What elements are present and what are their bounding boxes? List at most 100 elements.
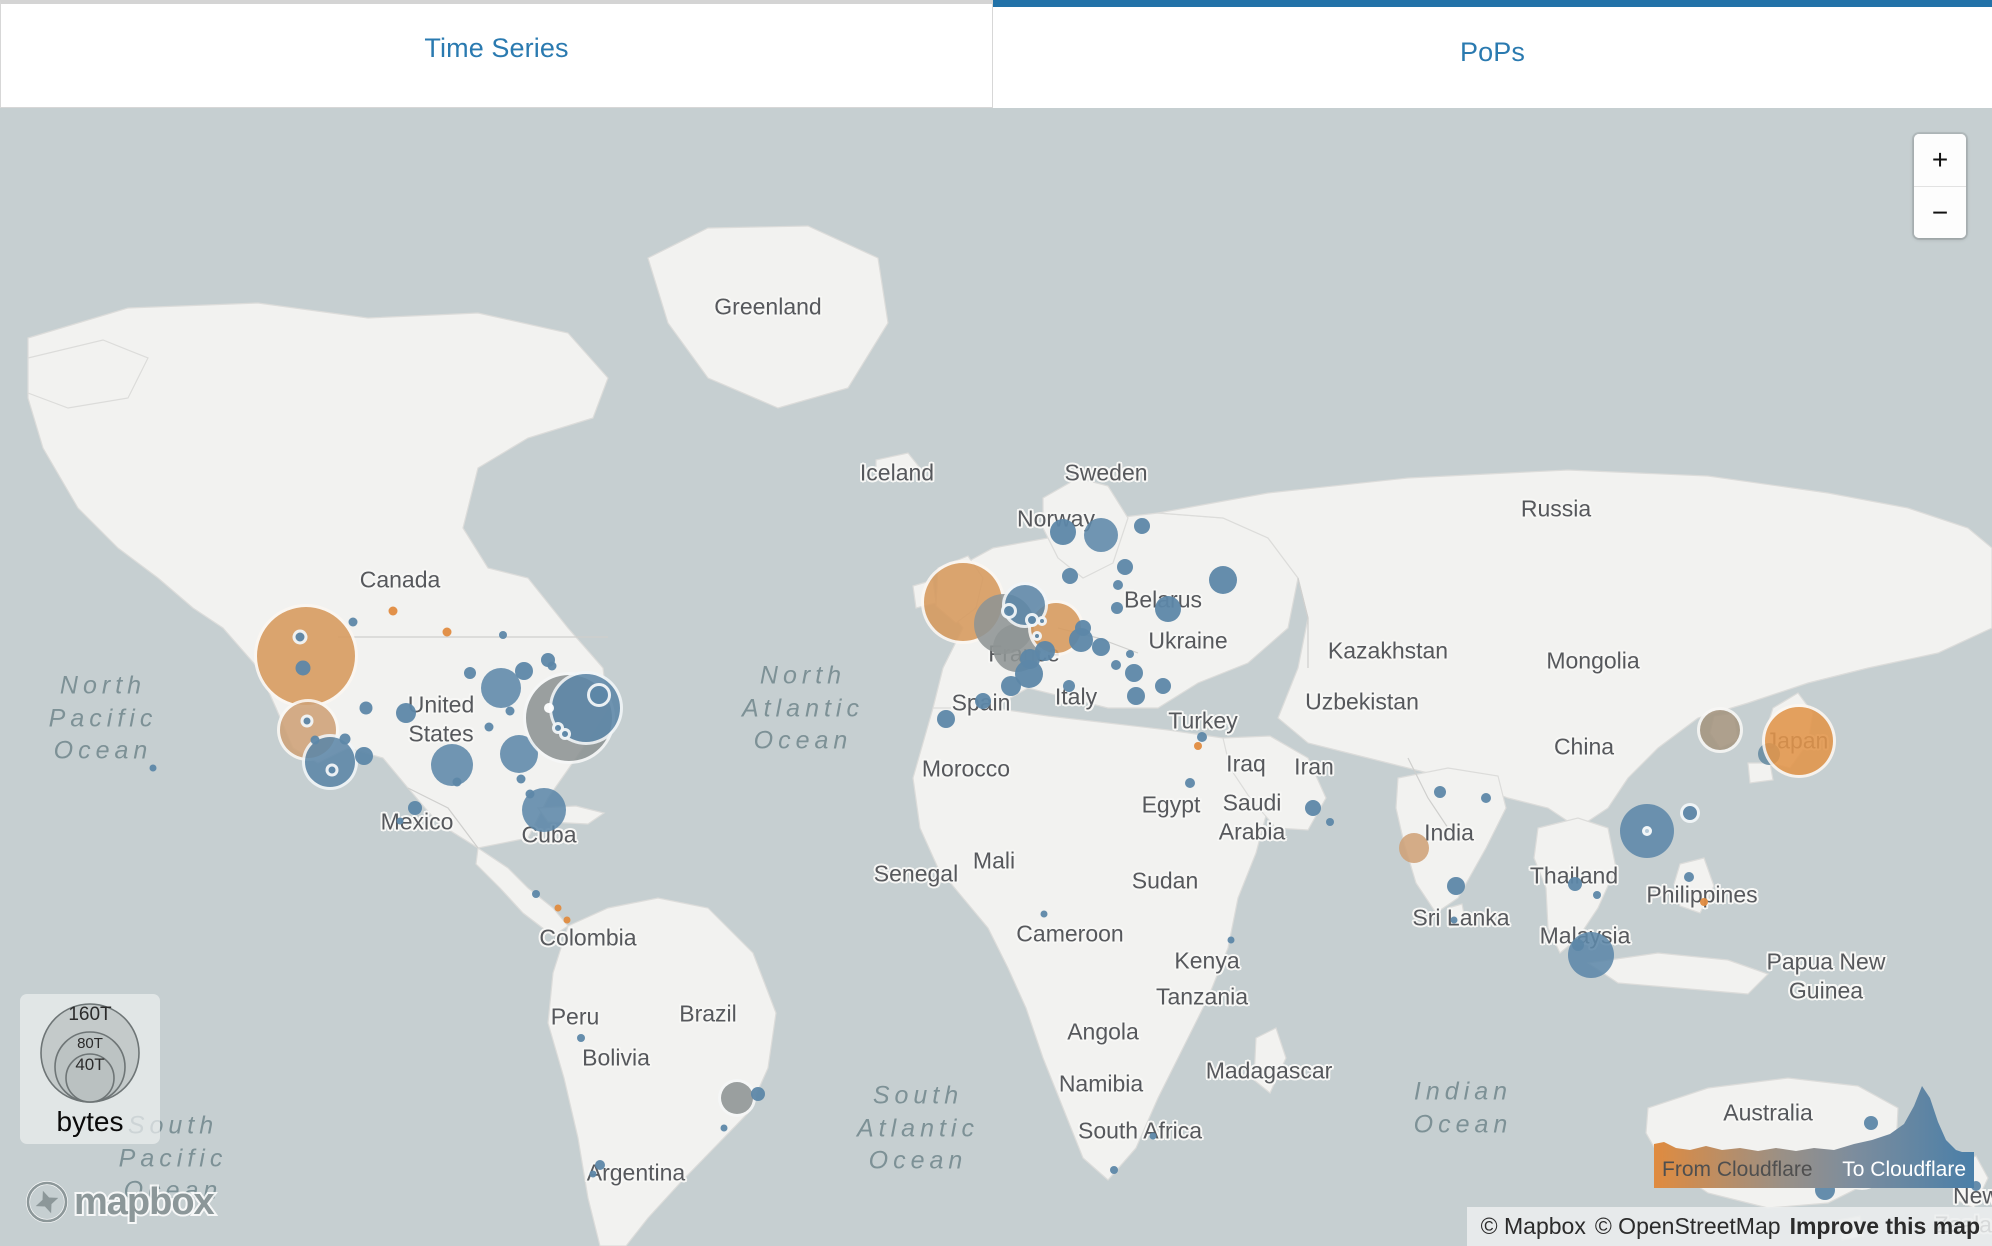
pop-bubble-vancouver-dot[interactable] bbox=[348, 617, 358, 627]
pop-bubble-capetown[interactable] bbox=[1110, 1166, 1118, 1174]
pop-bubble-phoenix[interactable] bbox=[339, 733, 351, 745]
pop-bubble-seattle-dot[interactable] bbox=[292, 629, 308, 645]
pop-bubble-chennai[interactable] bbox=[1447, 877, 1465, 895]
color-legend-histogram bbox=[1654, 1086, 1974, 1160]
pop-bubble-querétaro[interactable] bbox=[408, 801, 422, 815]
pop-bubble-belgrade[interactable] bbox=[1111, 660, 1121, 670]
pop-bubble-barcelona[interactable] bbox=[1001, 676, 1021, 696]
pop-bubble-minneapolis[interactable] bbox=[464, 667, 476, 679]
pop-bubble-amman[interactable] bbox=[1194, 742, 1202, 750]
pop-bubble-lima[interactable] bbox=[577, 1034, 585, 1042]
size-legend: 160T 80T 40T bytes bbox=[20, 994, 160, 1144]
mapbox-mark-icon bbox=[26, 1181, 68, 1223]
pop-bubble-jacksonville[interactable] bbox=[516, 774, 526, 784]
pop-bubble-newdelhi[interactable] bbox=[1434, 786, 1446, 798]
pop-bubble-warsaw[interactable] bbox=[1111, 602, 1123, 614]
pop-bubble-riodejaneiro[interactable] bbox=[751, 1087, 765, 1101]
mapbox-logo[interactable]: mapbox bbox=[26, 1179, 217, 1225]
pop-bubble-denver[interactable] bbox=[359, 701, 373, 715]
pop-bubble-portoalegre[interactable] bbox=[720, 1124, 728, 1132]
pop-bubble-lagos[interactable] bbox=[1040, 910, 1048, 918]
tab-time-series[interactable]: Time Series bbox=[0, 0, 993, 108]
pop-bubble-kyiv[interactable] bbox=[1155, 596, 1181, 622]
attribution-mapbox-link[interactable]: © Mapbox bbox=[1481, 1213, 1586, 1240]
pop-bubble-la-dot[interactable] bbox=[325, 763, 339, 777]
pop-bubble-hongkong-dot[interactable] bbox=[1642, 826, 1652, 836]
pop-bubble-rome[interactable] bbox=[1063, 680, 1075, 692]
pop-bubble-honolulu[interactable] bbox=[149, 764, 157, 772]
pop-bubble-helsinki[interactable] bbox=[1134, 518, 1150, 534]
pop-bubble-panama[interactable] bbox=[532, 890, 540, 898]
pop-bubble-telaviv[interactable] bbox=[1197, 732, 1207, 742]
pop-bubble-toronto[interactable] bbox=[515, 662, 533, 680]
pop-bubble-houston[interactable] bbox=[452, 777, 462, 787]
pop-bubble-santiago[interactable] bbox=[589, 1170, 597, 1178]
pop-bubble-kathmandu[interactable] bbox=[1481, 793, 1491, 803]
pop-bubble-copenhagen[interactable] bbox=[1062, 568, 1078, 584]
pop-bubble-medellin[interactable] bbox=[554, 904, 562, 912]
pop-bubble-boston[interactable] bbox=[587, 683, 611, 707]
tab-pops[interactable]: PoPs bbox=[993, 0, 1992, 108]
color-legend: From Cloudflare To Cloudflare bbox=[1650, 1082, 1978, 1188]
pop-bubble-brussels[interactable] bbox=[1001, 603, 1017, 619]
pop-bubble-nairobi[interactable] bbox=[1227, 936, 1235, 944]
pop-bubble-mumbai[interactable] bbox=[1399, 833, 1429, 863]
pop-bubble-hamburg[interactable] bbox=[1037, 616, 1047, 626]
pop-bubble-cairo[interactable] bbox=[1185, 778, 1195, 788]
pop-bubble-tokyo[interactable] bbox=[1762, 704, 1836, 778]
pop-bubble-philadelphia[interactable] bbox=[544, 703, 554, 713]
pop-bubble-vilnius[interactable] bbox=[1113, 580, 1123, 590]
pop-bubble-miami[interactable] bbox=[522, 788, 566, 832]
pop-bubble-lisbon[interactable] bbox=[937, 710, 955, 728]
pop-bubble-zurich[interactable] bbox=[1032, 631, 1042, 641]
zoom-control: + − bbox=[1914, 134, 1966, 238]
pop-bubble-bucharest[interactable] bbox=[1126, 650, 1134, 658]
pop-bubble-johannesburg[interactable] bbox=[1149, 1132, 1157, 1140]
size-legend-circles: 160T 80T 40T bbox=[40, 1003, 140, 1103]
pop-bubble-kansascity[interactable] bbox=[396, 703, 416, 723]
pop-bubble-calgary-dot[interactable] bbox=[388, 606, 398, 616]
pop-bubble-budapest[interactable] bbox=[1092, 638, 1110, 656]
pop-bubble-stockholm[interactable] bbox=[1084, 518, 1118, 552]
pop-bubble-buenosaires[interactable] bbox=[595, 1160, 605, 1170]
zoom-in-button[interactable]: + bbox=[1914, 134, 1966, 186]
pop-bubble-athens[interactable] bbox=[1127, 687, 1145, 705]
pop-bubble-seoul[interactable] bbox=[1697, 707, 1743, 753]
pop-bubble-taipei[interactable] bbox=[1680, 803, 1700, 823]
zoom-out-button[interactable]: − bbox=[1914, 186, 1966, 238]
pop-bubble-sofia[interactable] bbox=[1125, 664, 1143, 682]
pop-bubble-portland-dot[interactable] bbox=[295, 660, 311, 676]
pop-bubble-dubai[interactable] bbox=[1305, 800, 1321, 816]
pop-bubble-bogota[interactable] bbox=[563, 916, 571, 924]
pop-bubble-lasvegas[interactable] bbox=[310, 735, 320, 745]
color-legend-from-label: From Cloudflare bbox=[1662, 1158, 1813, 1181]
pop-bubble-colombo[interactable] bbox=[1450, 916, 1458, 924]
pop-bubble-nashville[interactable] bbox=[484, 722, 494, 732]
attribution-improve-link[interactable]: Improve this map bbox=[1790, 1213, 1980, 1240]
pop-bubble-sf-dot[interactable] bbox=[300, 714, 314, 728]
pop-bubble-madrid[interactable] bbox=[975, 693, 991, 709]
pop-bubble-vienna[interactable] bbox=[1069, 628, 1093, 652]
pop-bubble-cebu[interactable] bbox=[1700, 898, 1708, 906]
pop-bubble-kualalumpur[interactable] bbox=[1572, 939, 1584, 951]
pop-bubble-charlotte[interactable] bbox=[505, 706, 515, 716]
attribution-osm-link[interactable]: © OpenStreetMap bbox=[1595, 1213, 1781, 1240]
pop-bubble-saltlake[interactable] bbox=[355, 747, 373, 765]
pop-bubble-montreal[interactable] bbox=[547, 661, 557, 671]
pop-bubble-riga[interactable] bbox=[1117, 559, 1133, 575]
pop-bubble-istanbul[interactable] bbox=[1155, 678, 1171, 694]
pop-bubble-muscat[interactable] bbox=[1326, 818, 1334, 826]
pop-bubble-saopaulo[interactable] bbox=[718, 1079, 756, 1117]
map-canvas[interactable]: North Pacific Ocean North Atlantic Ocean S… bbox=[0, 108, 1992, 1246]
pop-bubble-winnipeg-dot[interactable] bbox=[442, 627, 452, 637]
pop-bubble-moscow[interactable] bbox=[1209, 566, 1237, 594]
pop-bubble-manila[interactable] bbox=[1684, 872, 1694, 882]
pop-bubble-phnompenh[interactable] bbox=[1593, 891, 1601, 899]
pop-bubble-seattle[interactable] bbox=[254, 604, 358, 708]
pop-bubble-richmond-dot[interactable] bbox=[559, 728, 571, 740]
pop-bubble-oslo[interactable] bbox=[1050, 519, 1076, 545]
pop-bubble-detroit[interactable] bbox=[499, 631, 507, 639]
tab-time-series-label: Time Series bbox=[424, 33, 569, 63]
pop-bubble-guadalajara[interactable] bbox=[396, 817, 404, 825]
pop-bubble-bangkok[interactable] bbox=[1568, 877, 1582, 891]
